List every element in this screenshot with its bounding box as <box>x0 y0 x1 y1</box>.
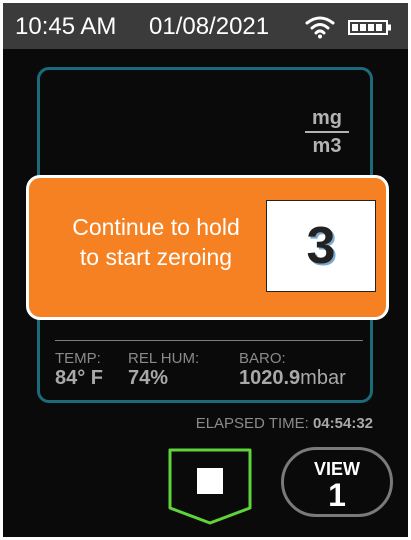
unit-numerator: mg <box>305 107 349 133</box>
concentration-unit: mg m3 <box>305 107 349 157</box>
view-button[interactable]: VIEW 1 <box>281 447 393 517</box>
status-bar: 10:45 AM 01/08/2021 <box>3 3 408 49</box>
baro-reading: 1020.9mbar <box>239 367 346 390</box>
dialog-message-line2: to start zeroing <box>79 244 233 270</box>
temp-label: TEMP: <box>55 350 101 367</box>
unit-denominator: m3 <box>312 135 342 157</box>
baro-value: 1020.9 <box>239 367 301 389</box>
wifi-icon <box>305 16 335 39</box>
stop-icon <box>197 468 223 494</box>
stop-button[interactable] <box>165 446 255 526</box>
panel-divider <box>55 340 363 341</box>
elapsed-value: 04:54:32 <box>312 415 373 432</box>
device-screen: 10:45 AM 01/08/2021 mg m3 TEMP: 84° F RE… <box>3 3 408 537</box>
elapsed-time: ELAPSED TIME: 04:54:32 <box>196 415 373 432</box>
baro-unit: mbar <box>300 367 346 389</box>
humidity-label: REL HUM: <box>128 350 200 367</box>
battery-full-icon <box>348 20 391 35</box>
status-time: 10:45 AM <box>15 13 117 40</box>
view-button-number: 1 <box>328 477 346 513</box>
countdown-box: 3 <box>266 200 376 292</box>
dialog-message: Continue to hold to start zeroing <box>43 212 269 272</box>
status-date: 01/08/2021 <box>149 13 270 40</box>
dialog-message-line1: Continue to hold <box>72 214 240 240</box>
baro-label: BARO: <box>239 350 286 367</box>
temp-value: 84° F <box>55 367 104 389</box>
countdown-number: 3 <box>306 217 336 275</box>
zeroing-dialog: Continue to hold to start zeroing 3 <box>26 175 389 320</box>
elapsed-label: ELAPSED TIME: <box>195 415 309 432</box>
humidity-value: 74% <box>128 367 169 389</box>
